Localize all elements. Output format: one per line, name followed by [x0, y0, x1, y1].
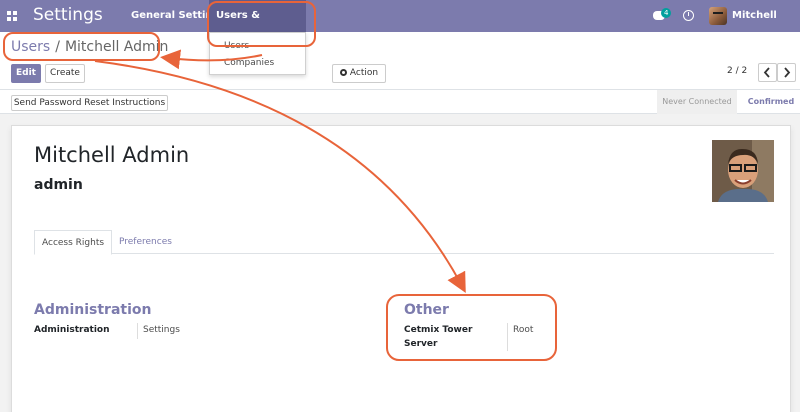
dropdown-item-companies[interactable]: Companies — [224, 58, 274, 68]
breadcrumb-current: Mitchell Admin — [64, 39, 169, 55]
create-button[interactable]: Create — [45, 64, 85, 83]
breadcrumb: Users / Mitchell Admin — [11, 39, 168, 55]
chat-count-badge: 4 — [661, 8, 672, 18]
user-name-field[interactable]: Mitchell Admin — [34, 143, 189, 167]
users-companies-dropdown: Users Companies — [209, 32, 306, 75]
field-divider — [137, 323, 138, 339]
send-password-reset-button[interactable]: Send Password Reset Instructions — [11, 95, 168, 111]
user-photo-image — [712, 140, 774, 202]
form-tabs: Access Rights Preferences — [34, 230, 774, 255]
top-navbar: Settings General Settings Users & Compan… — [0, 0, 800, 53]
pager-value[interactable]: 2 / 2 — [727, 66, 747, 76]
user-photo[interactable] — [712, 140, 774, 202]
pager-next-button[interactable] — [777, 63, 796, 82]
section-title-other: Other — [404, 302, 449, 318]
menu-users-companies[interactable]: Users & Companies — [209, 0, 306, 53]
action-button[interactable]: Action — [332, 64, 386, 83]
edit-button[interactable]: Edit — [11, 64, 41, 83]
tab-access-rights[interactable]: Access Rights — [34, 230, 113, 255]
field-label-cetmix-tower-line1: Cetmix Tower — [404, 325, 473, 335]
field-value-other[interactable]: Root — [513, 325, 533, 335]
action-button-label: Action — [349, 68, 379, 78]
tab-preferences[interactable]: Preferences — [112, 230, 179, 255]
dropdown-item-users[interactable]: Users — [224, 41, 249, 51]
section-title-administration: Administration — [34, 302, 152, 318]
field-divider — [507, 323, 508, 351]
apps-menu-icon[interactable] — [7, 11, 17, 21]
app-title[interactable]: Settings — [33, 5, 103, 25]
user-login-field[interactable]: admin — [34, 177, 83, 193]
form-sheet — [11, 125, 791, 412]
pager-previous-button[interactable] — [758, 63, 777, 82]
field-value-administration[interactable]: Settings — [143, 325, 180, 335]
breadcrumb-users-link[interactable]: Users — [11, 39, 50, 55]
status-stage-never-connected: Never Connected — [657, 90, 737, 114]
breadcrumb-separator: / — [55, 39, 60, 55]
chevron-right-icon — [784, 67, 791, 78]
activity-clock-icon[interactable] — [683, 10, 694, 21]
status-stage-confirmed: Confirmed — [747, 97, 795, 106]
user-avatar[interactable] — [709, 7, 727, 25]
field-label-administration: Administration — [34, 325, 110, 335]
control-panel: Users / Mitchell Admin — [0, 32, 800, 90]
field-label-cetmix-tower-line2: Server — [404, 339, 438, 349]
chevron-left-icon — [763, 67, 770, 78]
gear-icon — [339, 69, 347, 76]
